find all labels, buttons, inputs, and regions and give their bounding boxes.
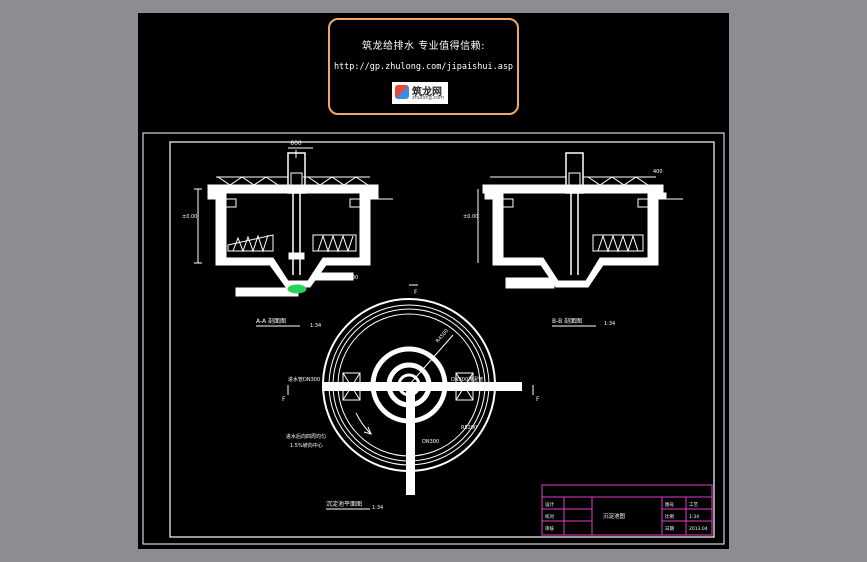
title-block — [541, 484, 713, 536]
drawing-svg: 600 ±0.00 进水管DN300 出水管DN300 A-A 剖面图 1:34 — [142, 132, 725, 545]
plan-inlet-label: 进水管DN300 — [288, 376, 320, 383]
plan-mark-left: F — [282, 396, 286, 403]
tb-cell-1: 校对 — [545, 513, 554, 520]
plan-radius-label: R4500 — [435, 328, 450, 344]
aa-inlet-label: 进水管DN300 — [241, 291, 273, 298]
section-bb-scale: 1:34 — [604, 321, 615, 327]
plan-outlet-label: DN300排泥管 — [451, 376, 483, 383]
tb-cell-2: 审核 — [545, 525, 554, 532]
plan-note-1: 进水后向四周均匀 — [286, 433, 326, 440]
plan-title: 沉淀池平面图 — [326, 500, 362, 508]
aa-outlet-label: 出水管DN300 — [326, 274, 358, 281]
cad-drawing-canvas: 筑龙给排水 专业值得信赖: http://gp.zhulong.com/jipa… — [138, 13, 729, 549]
plan-mark-right: F — [536, 396, 540, 403]
plan-view — [287, 284, 534, 495]
tb-cell-6: 比例 — [665, 513, 674, 520]
tb-drawing-name: 沉淀池图 — [603, 512, 626, 520]
plan-note-2: 1.5%坡向中心 — [290, 442, 323, 449]
tb-cell-0: 设计 — [545, 501, 554, 508]
title-block-texts: 设计 校对 审核 沉淀池图 图号 比例 日期 工艺 1:34 2013.04 — [545, 501, 708, 532]
plan-mark-top: F — [414, 289, 418, 296]
tb-cell-9: 1:34 — [689, 514, 699, 520]
plan-scale: 1:34 — [372, 505, 383, 511]
section-aa-title: A-A 剖面图 — [256, 317, 286, 325]
aa-elev: ±0.00 — [182, 214, 197, 220]
tb-cell-11: 2013.04 — [689, 526, 708, 532]
section-aa — [194, 147, 393, 297]
plan-dim-right: R5200 — [461, 425, 477, 431]
bb-elev: ±0.00 — [463, 214, 478, 220]
plan-center-label: DN300 — [422, 439, 439, 445]
outer-frame — [142, 132, 725, 545]
aa-top-dim: 600 — [290, 140, 302, 147]
tb-cell-7: 日期 — [665, 526, 674, 532]
bb-dim: 400 — [653, 169, 663, 175]
tb-cell-5: 图号 — [665, 502, 674, 508]
tb-cell-8: 工艺 — [689, 502, 698, 508]
section-bb-title: B-B 剖面图 — [552, 317, 582, 325]
section-aa-scale: 1:34 — [310, 323, 321, 329]
